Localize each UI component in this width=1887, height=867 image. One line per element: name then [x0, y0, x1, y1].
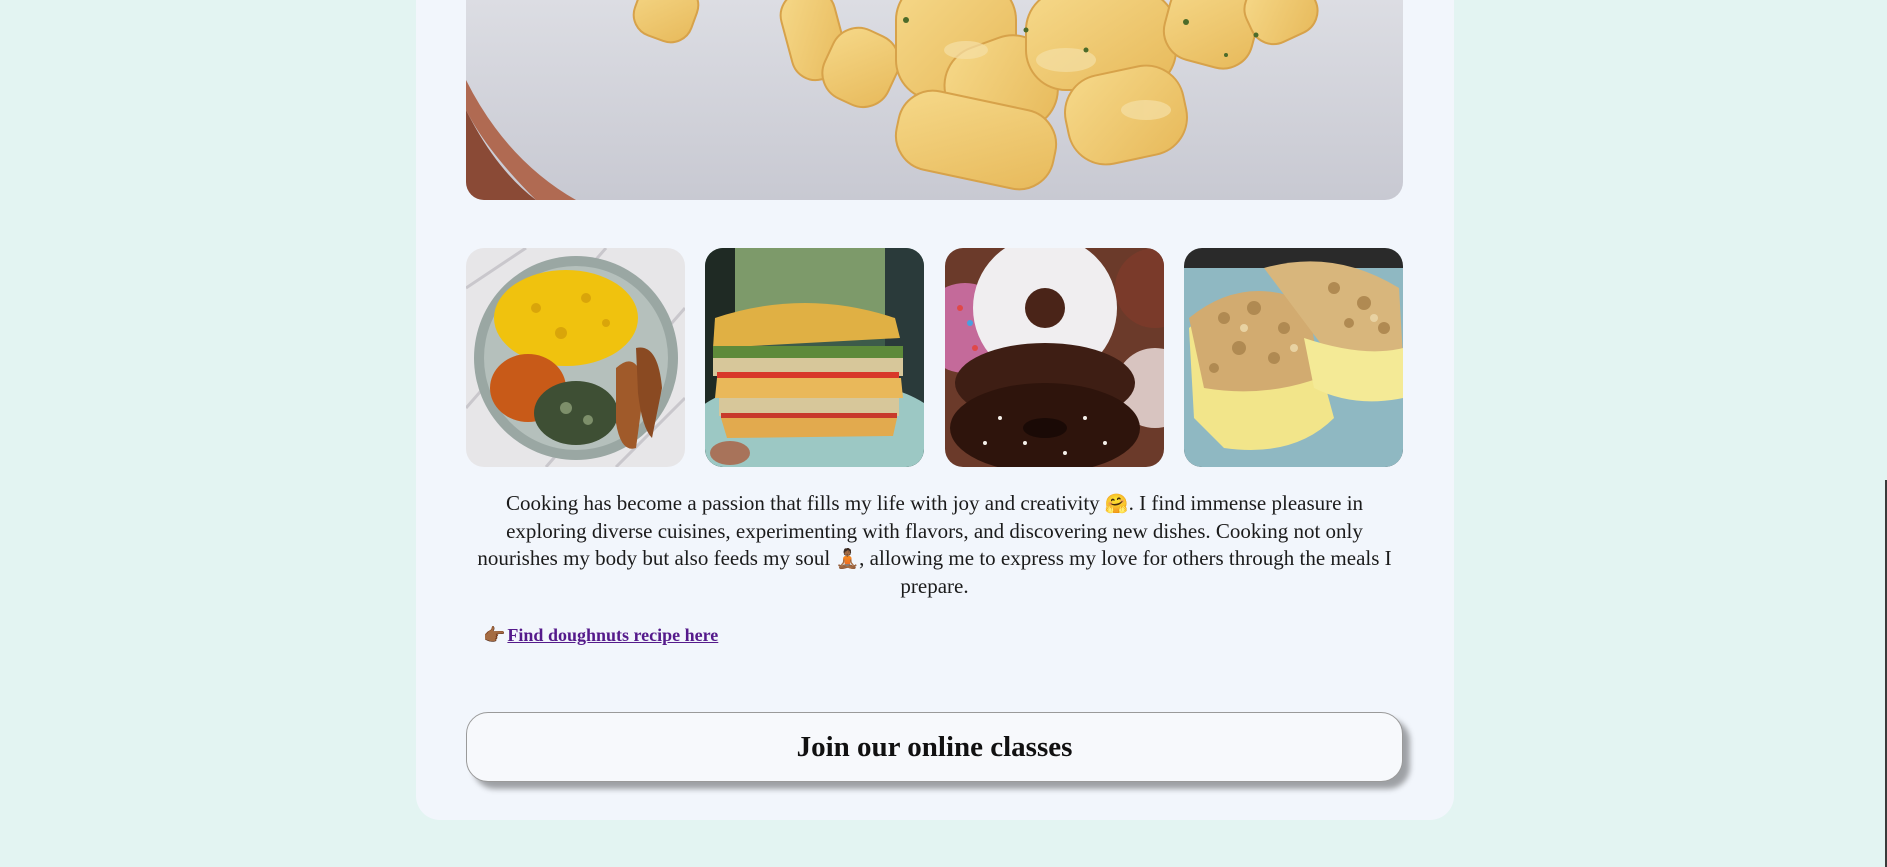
- pointing-hand-icon: 👉🏾: [483, 625, 506, 646]
- chocolate-doughnuts-photo: [945, 248, 1164, 467]
- description-text: Cooking has become a passion that fills …: [505, 491, 1105, 515]
- description-text: , allowing me to express my love for oth…: [859, 546, 1392, 598]
- food-gallery: [466, 248, 1403, 467]
- recipe-link-row: 👉🏾 Find doughnuts recipe here: [483, 625, 718, 646]
- mac-and-cheese-photo: [466, 0, 1403, 200]
- gallery-item: [1184, 248, 1403, 467]
- gallery-item: [705, 248, 924, 467]
- hugging-face-icon: 🤗: [1104, 493, 1129, 515]
- hero-image: [466, 0, 1403, 200]
- gallery-item: [466, 248, 685, 467]
- join-online-classes-button[interactable]: Join our online classes: [466, 712, 1403, 782]
- page: Cooking has become a passion that fills …: [0, 0, 1887, 867]
- jollof-rice-plate-photo: [466, 248, 685, 467]
- crumble-dessert-photo: [1184, 248, 1403, 467]
- description-paragraph: Cooking has become a passion that fills …: [466, 490, 1403, 600]
- club-sandwich-photo: [705, 248, 924, 467]
- gallery-item: [945, 248, 1164, 467]
- doughnuts-recipe-link[interactable]: Find doughnuts recipe here: [507, 625, 718, 645]
- meditating-person-icon: 🧘🏾: [835, 548, 860, 570]
- content-card: Cooking has become a passion that fills …: [416, 0, 1454, 820]
